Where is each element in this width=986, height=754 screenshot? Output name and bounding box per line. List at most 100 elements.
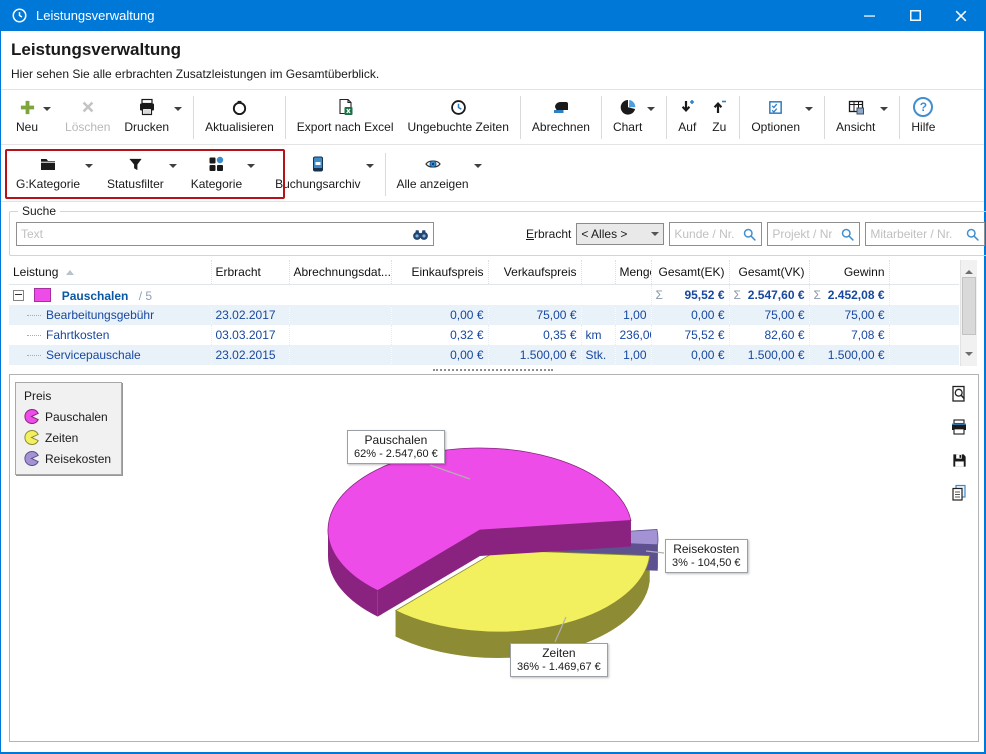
view-button[interactable]: Ansicht bbox=[829, 93, 895, 144]
cell-gesamt-vk: 1.500,00 € bbox=[729, 345, 809, 365]
new-button[interactable]: Neu bbox=[9, 93, 58, 144]
project-input[interactable] bbox=[768, 224, 836, 244]
cell-erbracht: 23.02.2017 bbox=[211, 305, 289, 325]
sort-asc-icon bbox=[66, 266, 74, 275]
chart-label: Chart bbox=[613, 121, 642, 134]
table-row[interactable]: Fahrtkosten 03.03.2017 0,32 € 0,35 € km … bbox=[9, 325, 959, 345]
titlebar: Leistungsverwaltung bbox=[1, 0, 984, 31]
col-header-einheit[interactable] bbox=[581, 260, 615, 285]
chevron-down-icon[interactable] bbox=[43, 107, 51, 115]
chevron-down-icon[interactable] bbox=[880, 107, 888, 115]
export-excel-button[interactable]: Export nach Excel bbox=[290, 93, 401, 144]
legend-label: Pauschalen bbox=[45, 410, 108, 424]
search-icon bbox=[742, 227, 757, 242]
view-label: Ansicht bbox=[836, 121, 875, 134]
group-category-label: G:Kategorie bbox=[16, 178, 80, 191]
col-header-verkaufspreis[interactable]: Verkaufspreis bbox=[488, 260, 581, 285]
toolbar-separator bbox=[899, 96, 900, 139]
chevron-down-icon[interactable] bbox=[247, 164, 255, 172]
chevron-down-icon[interactable] bbox=[169, 164, 177, 172]
collapse-all-button[interactable]: Zu bbox=[703, 93, 735, 144]
cell-gesamt-ek: 0,00 € bbox=[651, 305, 729, 325]
callout-reisekosten: Reisekosten 3% - 104,50 € bbox=[665, 539, 748, 573]
chart-panel: Preis Pauschalen Zeiten Reisekosten Paus… bbox=[9, 374, 979, 742]
erbracht-select[interactable]: < Alles > bbox=[576, 223, 664, 245]
maximize-button[interactable] bbox=[892, 0, 938, 31]
toolbar-separator bbox=[285, 96, 286, 139]
status-filter-button[interactable]: Statusfilter bbox=[100, 150, 184, 201]
table-row[interactable]: Bearbeitungsgebühr 23.02.2017 0,00 € 75,… bbox=[9, 305, 959, 325]
category-button[interactable]: Kategorie bbox=[184, 150, 262, 201]
chart-save-button[interactable] bbox=[948, 449, 970, 471]
table-row[interactable]: Servicepauschale 23.02.2015 0,00 € 1.500… bbox=[9, 345, 959, 365]
employee-input[interactable] bbox=[866, 224, 961, 244]
cell-menge: 1,00 bbox=[615, 345, 651, 365]
window-controls bbox=[846, 0, 984, 31]
col-header-gesamt-vk[interactable]: Gesamt(VK) bbox=[729, 260, 809, 285]
group-count: / 5 bbox=[139, 289, 152, 303]
col-header-gewinn[interactable]: Gewinn bbox=[809, 260, 889, 285]
delete-button[interactable]: Löschen bbox=[58, 93, 117, 144]
cell-gewinn: 1.500,00 € bbox=[809, 345, 889, 365]
booking-archive-button[interactable]: Buchungsarchiv bbox=[268, 150, 380, 201]
main-toolbar: Neu Löschen Drucken Aktualisieren bbox=[1, 90, 984, 145]
chart-preview-button[interactable] bbox=[948, 383, 970, 405]
search-input[interactable] bbox=[17, 224, 408, 244]
col-header-gesamt-ek[interactable]: Gesamt(EK) bbox=[651, 260, 729, 285]
unbooked-times-button[interactable]: Ungebuchte Zeiten bbox=[401, 93, 516, 144]
export-excel-label: Export nach Excel bbox=[297, 121, 394, 134]
print-button[interactable]: Drucken bbox=[117, 93, 189, 144]
scrollbar-thumb[interactable] bbox=[962, 277, 976, 335]
cell-einheit bbox=[581, 305, 615, 325]
legend-title: Preis bbox=[24, 389, 111, 403]
toolbar-separator bbox=[385, 153, 386, 196]
options-button[interactable]: Optionen bbox=[744, 93, 820, 144]
chevron-down-icon bbox=[651, 232, 659, 240]
settle-icon bbox=[552, 97, 570, 117]
scroll-down-icon[interactable] bbox=[965, 352, 973, 360]
col-header-einkaufspreis[interactable]: Einkaufspreis bbox=[391, 260, 488, 285]
refresh-icon bbox=[231, 97, 248, 117]
callout-value: 62% - 2.547,60 € bbox=[354, 447, 438, 461]
customer-input[interactable] bbox=[670, 224, 738, 244]
group-category-button[interactable]: G:Kategorie bbox=[9, 150, 100, 201]
col-header-abrechnungsdatum[interactable]: Abrechnungsdat... bbox=[289, 260, 391, 285]
options-checklist-icon bbox=[767, 97, 784, 117]
col-header-erbracht[interactable]: Erbracht bbox=[211, 260, 289, 285]
chevron-down-icon[interactable] bbox=[85, 164, 93, 172]
cell-abrechnungsdatum bbox=[289, 345, 391, 365]
splitter-handle[interactable] bbox=[1, 366, 984, 374]
pie-chart[interactable] bbox=[10, 375, 978, 741]
chevron-down-icon[interactable] bbox=[647, 107, 655, 115]
page-title: Leistungsverwaltung bbox=[11, 40, 984, 60]
options-label: Optionen bbox=[751, 121, 800, 134]
cell-erbracht: 23.02.2015 bbox=[211, 345, 289, 365]
folder-icon bbox=[39, 154, 57, 174]
col-header-menge[interactable]: Menge bbox=[615, 260, 651, 285]
col-header-leistung[interactable]: Leistung bbox=[9, 260, 211, 285]
chevron-down-icon[interactable] bbox=[474, 164, 482, 172]
chart-print-button[interactable] bbox=[948, 416, 970, 438]
group-row-pauschalen[interactable]: Pauschalen / 5 Σ95,52 € Σ2.547,60 € Σ2.4… bbox=[9, 285, 959, 306]
collapse-expander-icon[interactable] bbox=[13, 290, 24, 301]
cell-gesamt-ek: 0,00 € bbox=[651, 345, 729, 365]
chevron-down-icon[interactable] bbox=[805, 107, 813, 115]
expand-all-button[interactable]: Auf bbox=[671, 93, 703, 144]
refresh-button[interactable]: Aktualisieren bbox=[198, 93, 281, 144]
vertical-scrollbar[interactable] bbox=[960, 260, 977, 366]
chevron-down-icon[interactable] bbox=[366, 164, 374, 172]
cell-leistung: Bearbeitungsgebühr bbox=[9, 305, 211, 325]
chart-copy-button[interactable] bbox=[948, 482, 970, 504]
show-all-button[interactable]: Alle anzeigen bbox=[390, 150, 489, 201]
close-button[interactable] bbox=[938, 0, 984, 31]
scroll-up-icon[interactable] bbox=[965, 266, 973, 274]
erbracht-label: Erbracht bbox=[526, 227, 571, 241]
text-search-field bbox=[16, 222, 434, 246]
callout-zeiten: Zeiten 36% - 1.469,67 € bbox=[510, 643, 608, 677]
chevron-down-icon[interactable] bbox=[174, 107, 182, 115]
minimize-button[interactable] bbox=[846, 0, 892, 31]
settle-button[interactable]: Abrechnen bbox=[525, 93, 597, 144]
grid-header-row: Leistung Erbracht Abrechnungsdat... Eink… bbox=[9, 260, 959, 285]
chart-button[interactable]: Chart bbox=[606, 93, 662, 144]
help-button[interactable]: ? Hilfe bbox=[904, 93, 942, 144]
